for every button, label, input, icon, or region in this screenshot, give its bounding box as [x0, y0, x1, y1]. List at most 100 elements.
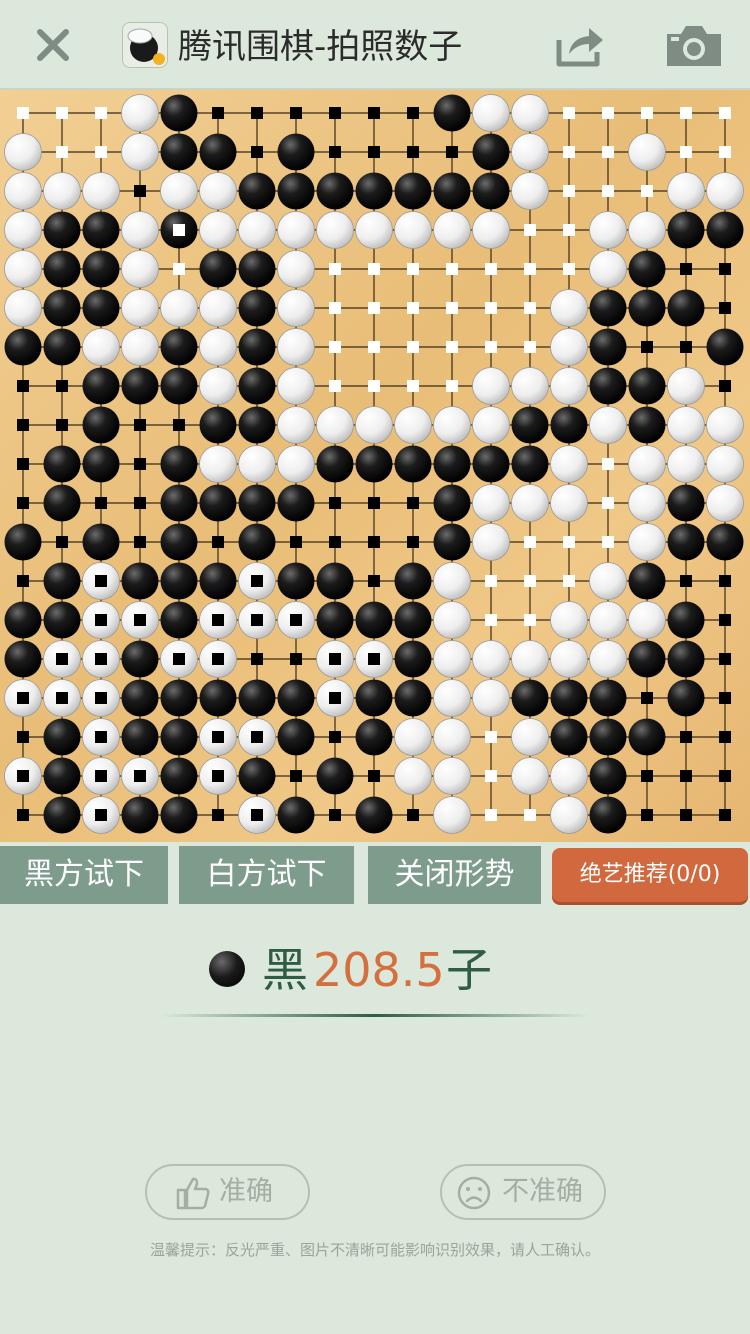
- white-stone: [589, 640, 627, 678]
- black-territory-mark: [641, 809, 653, 821]
- white-stone: [589, 406, 627, 444]
- black-territory-mark: [368, 653, 380, 665]
- white-stone: [277, 250, 315, 288]
- black-stone: [121, 679, 159, 717]
- black-stone: [160, 133, 198, 171]
- white-territory-mark: [446, 302, 458, 314]
- black-stone: [43, 250, 81, 288]
- black-territory-mark: [329, 497, 341, 509]
- black-territory-mark: [680, 809, 692, 821]
- black-territory-mark: [173, 419, 185, 431]
- black-territory-mark: [134, 614, 146, 626]
- black-stone: [706, 328, 744, 366]
- white-territory-mark: [641, 107, 653, 119]
- black-territory-mark: [17, 380, 29, 392]
- white-stone: [433, 679, 471, 717]
- black-stone: [667, 484, 705, 522]
- white-stone: [628, 523, 666, 561]
- black-stone: [43, 601, 81, 639]
- inaccurate-button[interactable]: 不准确: [440, 1164, 606, 1220]
- white-stone: [628, 445, 666, 483]
- white-territory-mark: [329, 302, 341, 314]
- black-territory-mark: [407, 146, 419, 158]
- black-stone: [628, 289, 666, 327]
- black-stone: [238, 679, 276, 717]
- black-try-button[interactable]: 黑方试下: [0, 846, 168, 904]
- black-stone: [316, 757, 354, 795]
- black-stone: [511, 406, 549, 444]
- black-territory-mark: [17, 575, 29, 587]
- black-territory-mark: [17, 419, 29, 431]
- white-territory-mark: [329, 263, 341, 275]
- white-stone: [316, 406, 354, 444]
- white-stone: [160, 289, 198, 327]
- black-territory-mark: [329, 107, 341, 119]
- black-territory-mark: [95, 731, 107, 743]
- white-stone: [511, 640, 549, 678]
- white-stone: [550, 367, 588, 405]
- score-unit: 子: [446, 943, 492, 997]
- black-stone: [160, 523, 198, 561]
- black-stone: [433, 445, 471, 483]
- white-try-button[interactable]: 白方试下: [179, 846, 354, 904]
- white-stone: [121, 94, 159, 132]
- black-territory-mark: [368, 770, 380, 782]
- white-territory-mark: [563, 575, 575, 587]
- black-stone: [667, 679, 705, 717]
- white-territory-mark: [524, 536, 536, 548]
- white-territory-mark: [563, 536, 575, 548]
- go-board[interactable]: [0, 90, 750, 842]
- close-icon[interactable]: [28, 20, 78, 70]
- black-territory-mark: [368, 146, 380, 158]
- white-stone: [199, 172, 237, 210]
- white-territory-mark: [407, 263, 419, 275]
- accurate-button[interactable]: 准确: [145, 1164, 310, 1220]
- black-territory-mark: [134, 458, 146, 470]
- black-territory-mark: [329, 809, 341, 821]
- black-territory-mark: [56, 653, 68, 665]
- white-stone: [394, 757, 432, 795]
- go-board-svg[interactable]: [0, 90, 750, 842]
- white-territory-mark: [719, 146, 731, 158]
- black-stone: [355, 718, 393, 756]
- white-stone: [355, 406, 393, 444]
- share-icon[interactable]: [553, 22, 607, 70]
- accurate-label: 准确: [219, 1176, 273, 1207]
- black-territory-mark: [17, 770, 29, 782]
- camera-icon[interactable]: [663, 22, 725, 70]
- white-stone: [433, 640, 471, 678]
- black-territory-mark: [95, 770, 107, 782]
- black-stone: [82, 250, 120, 288]
- white-territory-mark: [446, 341, 458, 353]
- black-stone: [550, 406, 588, 444]
- black-territory-mark: [95, 575, 107, 587]
- white-territory-mark: [563, 107, 575, 119]
- black-territory-mark: [329, 692, 341, 704]
- black-territory-mark: [290, 536, 302, 548]
- black-stone: [589, 367, 627, 405]
- white-stone: [199, 367, 237, 405]
- black-stone: [160, 328, 198, 366]
- black-territory-mark: [290, 770, 302, 782]
- white-stone: [316, 211, 354, 249]
- black-territory-mark: [56, 380, 68, 392]
- black-stone: [628, 367, 666, 405]
- white-stone: [82, 328, 120, 366]
- close-status-button[interactable]: 关闭形势: [368, 846, 541, 904]
- black-territory-mark: [680, 770, 692, 782]
- white-territory-mark: [173, 224, 185, 236]
- black-territory-mark: [680, 575, 692, 587]
- black-stone: [43, 211, 81, 249]
- white-stone: [628, 484, 666, 522]
- black-stone: [160, 367, 198, 405]
- white-stone: [706, 445, 744, 483]
- white-stone: [472, 640, 510, 678]
- black-territory-mark: [173, 653, 185, 665]
- white-stone: [199, 211, 237, 249]
- white-stone: [433, 406, 471, 444]
- black-territory-mark: [329, 653, 341, 665]
- jueyi-recommend-button[interactable]: 绝艺推荐(0/0): [552, 848, 748, 902]
- black-stone: [238, 523, 276, 561]
- white-stone: [511, 94, 549, 132]
- white-stone: [511, 172, 549, 210]
